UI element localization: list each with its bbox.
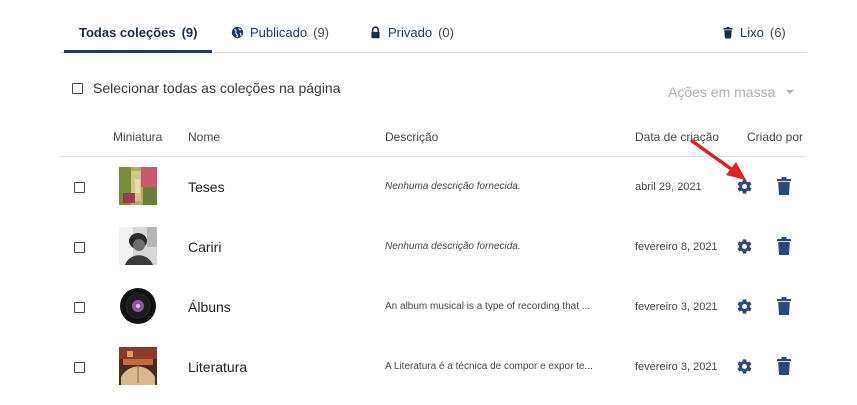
- collection-thumbnail[interactable]: [119, 167, 157, 205]
- trash-icon[interactable]: [777, 357, 791, 375]
- column-header-thumbnail: Miniatura: [113, 130, 163, 144]
- globe-icon: [231, 26, 244, 39]
- table-row: Cariri Nenhuma descrição fornecida. feve…: [60, 217, 806, 277]
- row-checkbox[interactable]: [74, 182, 85, 193]
- tab-all-count: (9): [181, 24, 198, 40]
- trash-icon[interactable]: [777, 177, 791, 195]
- collection-name[interactable]: Álbuns: [188, 299, 231, 315]
- collection-name[interactable]: Teses: [188, 179, 225, 195]
- collection-thumbnail[interactable]: [119, 227, 157, 265]
- gear-icon[interactable]: [736, 358, 753, 375]
- tab-published-label: Publicado: [250, 25, 308, 40]
- collection-description: A Literatura é a técnica de compor e exp…: [385, 361, 593, 372]
- collection-thumbnail[interactable]: [119, 287, 157, 325]
- annotation-arrow-icon: [690, 139, 746, 180]
- row-checkbox[interactable]: [74, 242, 85, 253]
- collection-tabs: Todas coleções (9) Publicado (9) Privado…: [60, 14, 806, 53]
- row-checkbox[interactable]: [74, 302, 85, 313]
- select-all-label: Selecionar todas as coleções na página: [93, 80, 341, 96]
- collection-name[interactable]: Cariri: [188, 239, 221, 255]
- tab-trash[interactable]: Lixo (6): [722, 14, 786, 51]
- tab-all-label: Todas coleções: [79, 24, 176, 40]
- collection-name[interactable]: Literatura: [188, 359, 247, 375]
- select-all-checkbox[interactable]: [72, 82, 83, 94]
- caret-down-icon: [786, 90, 795, 94]
- tab-all-collections[interactable]: Todas coleções (9): [64, 14, 213, 53]
- trash-icon: [723, 26, 733, 39]
- tab-trash-count: (6): [769, 25, 786, 40]
- tab-private-count: (0): [438, 25, 454, 40]
- tab-published[interactable]: Publicado (9): [231, 14, 329, 51]
- bulk-actions-label: Ações em massa: [668, 84, 776, 100]
- select-all[interactable]: Selecionar todas as coleções na página: [72, 80, 341, 96]
- collection-date: fevereiro 3, 2021: [635, 301, 718, 313]
- row-checkbox[interactable]: [74, 362, 85, 373]
- tab-published-count: (9): [313, 25, 329, 40]
- collection-description: An album musical is a type of recording …: [385, 301, 591, 312]
- collection-date: fevereiro 3, 2021: [635, 361, 718, 373]
- collection-date: fevereiro 8, 2021: [635, 241, 718, 253]
- gear-icon[interactable]: [736, 238, 753, 255]
- collection-thumbnail[interactable]: [119, 347, 157, 385]
- column-header-created-by: Criado por: [747, 130, 804, 144]
- column-header-name[interactable]: Nome: [188, 130, 220, 144]
- column-header-description: Descrição: [385, 130, 439, 144]
- bulk-actions-dropdown[interactable]: Ações em massa: [668, 84, 795, 100]
- collection-description: Nenhuma descrição fornecida.: [385, 181, 521, 192]
- tab-private-label: Privado: [388, 25, 433, 40]
- trash-icon[interactable]: [777, 237, 791, 255]
- tab-trash-label: Lixo: [740, 25, 764, 40]
- lock-icon: [371, 26, 380, 39]
- collection-description: Nenhuma descrição fornecida.: [385, 241, 521, 252]
- table-row: Literatura A Literatura é a técnica de c…: [60, 337, 806, 397]
- trash-icon[interactable]: [777, 297, 791, 315]
- gear-icon[interactable]: [736, 298, 753, 315]
- table-row: Álbuns An album musical is a type of rec…: [60, 277, 806, 337]
- tab-private[interactable]: Privado (0): [369, 14, 454, 51]
